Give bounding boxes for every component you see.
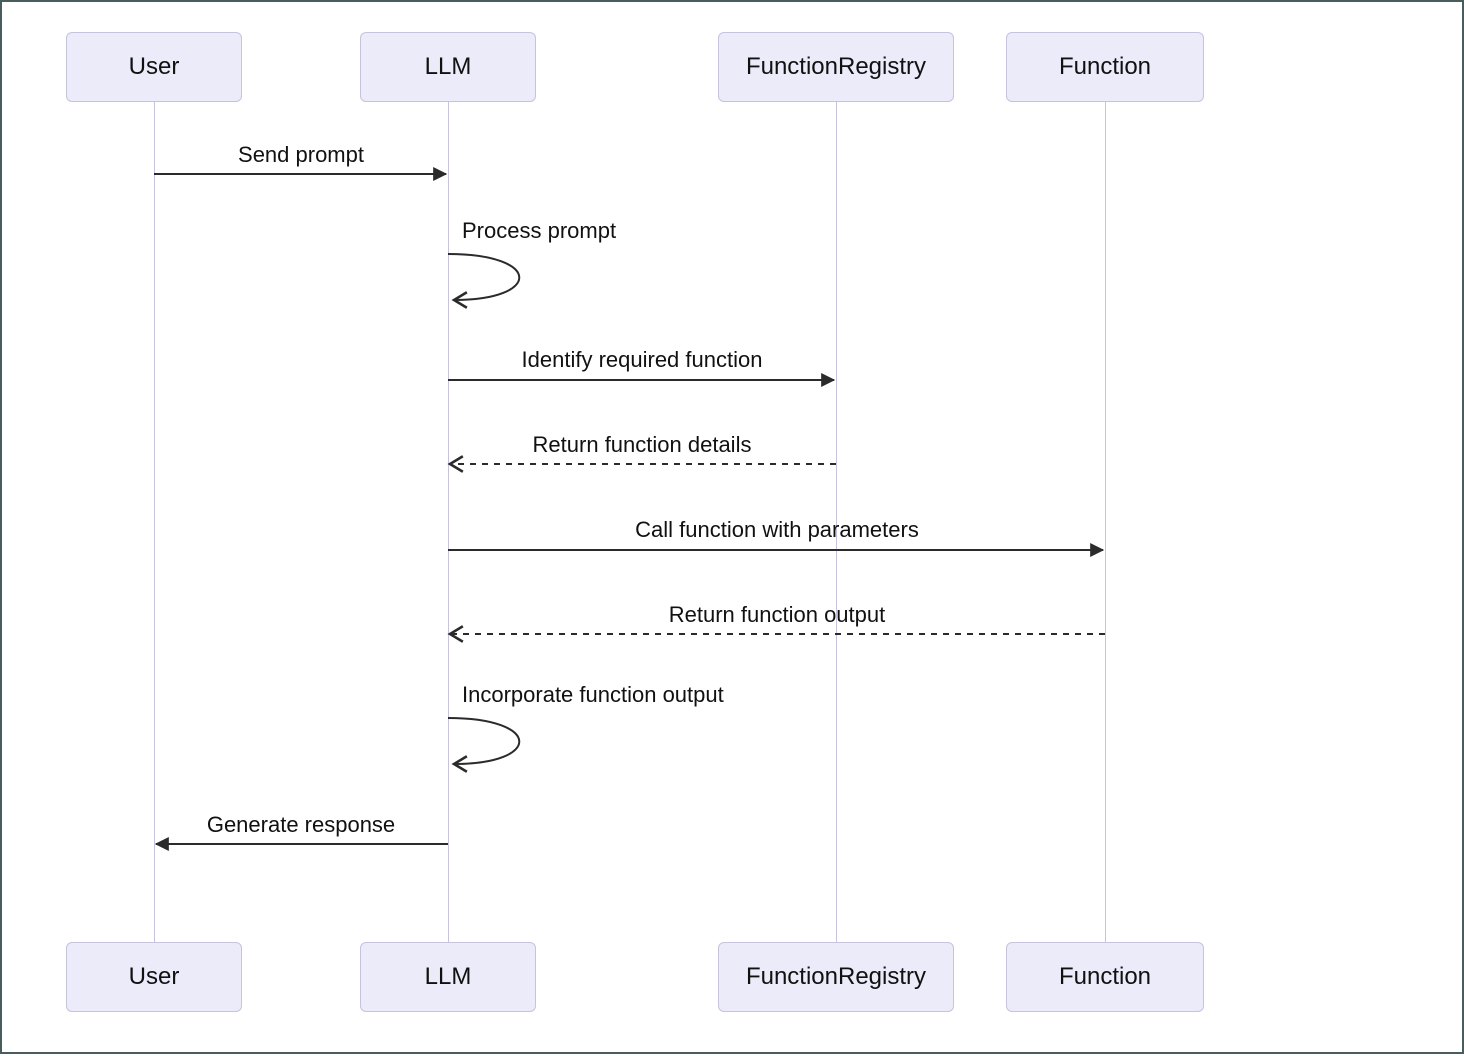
- participant-llm-bottom: LLM: [360, 942, 536, 1012]
- lifeline-user: [154, 102, 155, 942]
- participant-label: LLM: [425, 53, 472, 81]
- participant-label: FunctionRegistry: [746, 53, 926, 81]
- participant-label: Function: [1059, 53, 1151, 81]
- sequence-diagram: User LLM FunctionRegistry Function User …: [0, 0, 1464, 1054]
- lifeline-function: [1105, 102, 1106, 942]
- arrow-incorporate-output: [448, 718, 519, 764]
- participant-label: FunctionRegistry: [746, 963, 926, 991]
- participant-functionregistry-bottom: FunctionRegistry: [718, 942, 954, 1012]
- participant-label: User: [129, 963, 180, 991]
- participant-label: LLM: [425, 963, 472, 991]
- participant-label: Function: [1059, 963, 1151, 991]
- message-label: Process prompt: [462, 218, 616, 244]
- message-label: Incorporate function output: [462, 682, 724, 708]
- participant-user-bottom: User: [66, 942, 242, 1012]
- participant-label: User: [129, 53, 180, 81]
- arrow-process-prompt: [448, 254, 519, 300]
- message-label: Generate response: [207, 812, 395, 838]
- participant-function-bottom: Function: [1006, 942, 1204, 1012]
- participant-llm-top: LLM: [360, 32, 536, 102]
- message-label: Send prompt: [238, 142, 364, 168]
- message-label: Identify required function: [522, 347, 763, 373]
- participant-functionregistry-top: FunctionRegistry: [718, 32, 954, 102]
- participant-function-top: Function: [1006, 32, 1204, 102]
- lifeline-llm: [448, 102, 449, 942]
- message-label: Call function with parameters: [635, 517, 919, 543]
- message-label: Return function output: [669, 602, 885, 628]
- participant-user-top: User: [66, 32, 242, 102]
- message-label: Return function details: [533, 432, 752, 458]
